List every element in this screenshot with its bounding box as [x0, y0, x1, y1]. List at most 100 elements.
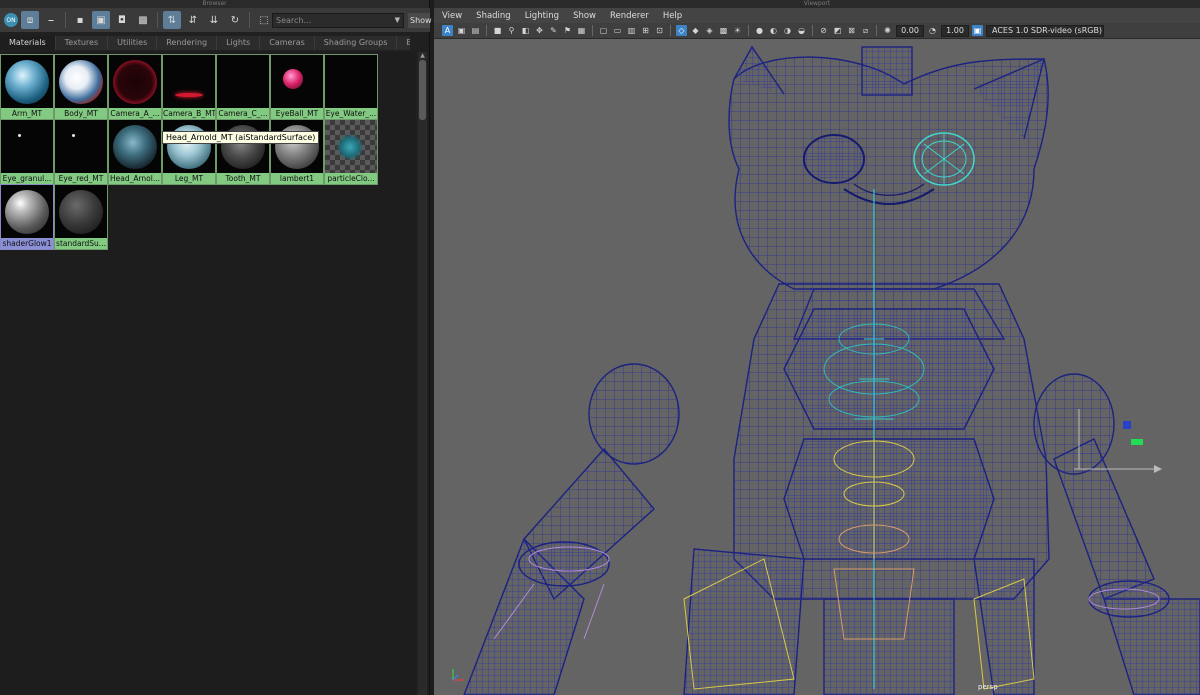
- xlarge-swatch-icon[interactable]: ▩: [134, 11, 152, 29]
- material-swatch[interactable]: Eye_Water_...: [324, 54, 378, 120]
- menu-renderer[interactable]: Renderer: [610, 11, 649, 21]
- frame-selection-button[interactable]: ⧈: [21, 11, 39, 29]
- swatch-label: lambert1: [271, 173, 323, 184]
- backface-culling-icon[interactable]: ⧄: [860, 25, 871, 36]
- toolbar-divider: [157, 12, 158, 28]
- gamma-field[interactable]: 1.00: [941, 24, 969, 37]
- textured-icon[interactable]: ▩: [718, 25, 729, 36]
- color-management-icon[interactable]: ▣: [972, 25, 983, 36]
- grease-pencil-icon[interactable]: ✎: [548, 25, 559, 36]
- resolution-gate-icon[interactable]: ▭: [612, 25, 623, 36]
- material-swatch[interactable]: Camera_B_MT: [162, 54, 216, 120]
- refresh-icon[interactable]: ↻: [226, 11, 244, 29]
- safe-action-icon[interactable]: ⊡: [654, 25, 665, 36]
- medium-swatch-icon[interactable]: ▣: [92, 11, 110, 29]
- swatch-label: Arm_MT: [1, 108, 53, 119]
- viewport-canvas[interactable]: persp: [434, 39, 1200, 695]
- bookmark-flag-icon[interactable]: ⚑: [562, 25, 573, 36]
- camera-icon[interactable]: ■: [492, 25, 503, 36]
- exposure-field[interactable]: 0.00: [896, 24, 924, 37]
- gate-mask-icon[interactable]: ▥: [626, 25, 637, 36]
- material-swatch[interactable]: EyeBall_MT: [270, 54, 324, 120]
- isolate-select-icon[interactable]: ⊘: [818, 25, 829, 36]
- view-transform-select[interactable]: ACES 1.0 SDR-video (sRGB): [986, 24, 1104, 37]
- swatch-label: standardSu...: [55, 238, 107, 249]
- tab-cameras[interactable]: Cameras: [260, 36, 315, 50]
- browser-scrollbar[interactable]: ▲: [418, 52, 427, 695]
- large-swatch-icon[interactable]: ◘: [113, 11, 131, 29]
- smooth-shade-icon[interactable]: ◆: [690, 25, 701, 36]
- xray-icon[interactable]: ◩: [832, 25, 843, 36]
- wireframe-icon[interactable]: ◇: [676, 25, 687, 36]
- material-swatch[interactable]: Leg_MT: [162, 119, 216, 185]
- material-swatch[interactable]: Head_Arnol...: [108, 119, 162, 185]
- material-swatch[interactable]: Tooth_MT: [216, 119, 270, 185]
- search-dropdown-icon[interactable]: ▼: [395, 14, 400, 27]
- search-input[interactable]: Search... ▼: [272, 13, 404, 28]
- tab-bake-sets[interactable]: Bake S: [397, 36, 410, 50]
- menu-show[interactable]: Show: [573, 11, 596, 21]
- material-swatch[interactable]: Eye_granul...: [0, 119, 54, 185]
- black-empty-icon: [217, 55, 269, 109]
- sphere-white-blue-icon: [55, 55, 107, 109]
- menu-lighting[interactable]: Lighting: [525, 11, 559, 21]
- tab-shading-groups[interactable]: Shading Groups: [315, 36, 398, 50]
- on-off-icon[interactable]: ON: [4, 13, 18, 27]
- camera-attributes-icon[interactable]: ▣: [456, 25, 467, 36]
- film-gate-icon[interactable]: ▢: [598, 25, 609, 36]
- swatch-label: particleClo...: [325, 173, 377, 184]
- toolbar-divider: [812, 25, 813, 36]
- tab-utilities[interactable]: Utilities: [108, 36, 158, 50]
- sort-alpha-icon[interactable]: ⇅: [163, 11, 181, 29]
- toolbar-divider: [670, 25, 671, 36]
- material-swatch[interactable]: Body_MT: [54, 54, 108, 120]
- swatch-label: shaderGlow1: [1, 238, 53, 249]
- swatch-label: Camera_C_...: [217, 108, 269, 119]
- collapse-icon[interactable]: ⎯: [42, 11, 60, 29]
- menu-shading[interactable]: Shading: [476, 11, 511, 21]
- menu-view[interactable]: View: [442, 11, 462, 21]
- show-menu-button[interactable]: Show: [408, 13, 432, 28]
- material-swatch[interactable]: lambert1: [270, 119, 324, 185]
- tab-lights[interactable]: Lights: [217, 36, 261, 50]
- xray-joints-icon[interactable]: ⊠: [846, 25, 857, 36]
- swatch-label: Leg_MT: [163, 173, 215, 184]
- toolbar-divider: [65, 12, 66, 28]
- gamma-icon[interactable]: ◔: [927, 25, 938, 36]
- scroll-up-icon[interactable]: ▲: [418, 52, 427, 60]
- select-camera-icon[interactable]: A: [442, 25, 453, 36]
- two-d-pan-icon[interactable]: ✥: [534, 25, 545, 36]
- shadows-icon[interactable]: ●: [754, 25, 765, 36]
- material-swatch[interactable]: Arm_MT: [0, 54, 54, 120]
- material-swatch[interactable]: Camera_A_...: [108, 54, 162, 120]
- small-swatch-icon[interactable]: ▪: [71, 11, 89, 29]
- anti-alias-icon[interactable]: ◒: [796, 25, 807, 36]
- lights-icon[interactable]: ☀: [732, 25, 743, 36]
- sort-time-icon[interactable]: ⇊: [205, 11, 223, 29]
- swatch-label: Eye_red_MT: [55, 173, 107, 184]
- tab-materials[interactable]: Materials: [0, 36, 56, 50]
- material-swatch[interactable]: standardSu...: [54, 184, 108, 250]
- sort-type-icon[interactable]: ⇵: [184, 11, 202, 29]
- viewport-panel-title: Viewport: [434, 0, 1200, 8]
- lock-camera-icon[interactable]: ⚲: [506, 25, 517, 36]
- exposure-icon[interactable]: ✺: [882, 25, 893, 36]
- bookmark-icon[interactable]: ▤: [470, 25, 481, 36]
- wireframe-on-shaded-icon[interactable]: ◈: [704, 25, 715, 36]
- material-swatch[interactable]: Camera_C_...: [216, 54, 270, 120]
- motion-blur-icon[interactable]: ◑: [782, 25, 793, 36]
- tab-textures[interactable]: Textures: [56, 36, 109, 50]
- filter-icon[interactable]: ⬚: [255, 11, 273, 29]
- sphere-dark-teal-icon: [109, 120, 161, 174]
- material-swatch[interactable]: Eye_red_MT: [54, 119, 108, 185]
- image-plane-icon[interactable]: ◧: [520, 25, 531, 36]
- grid-toggle-icon[interactable]: ▦: [576, 25, 587, 36]
- material-swatch[interactable]: particleClo...: [324, 119, 378, 185]
- menu-help[interactable]: Help: [663, 11, 682, 21]
- field-chart-icon[interactable]: ⊞: [640, 25, 651, 36]
- toolbar-divider: [876, 25, 877, 36]
- material-swatch[interactable]: shaderGlow1: [0, 184, 54, 250]
- tab-rendering[interactable]: Rendering: [157, 36, 218, 50]
- ambient-occlusion-icon[interactable]: ◐: [768, 25, 779, 36]
- scrollbar-thumb[interactable]: [419, 60, 426, 120]
